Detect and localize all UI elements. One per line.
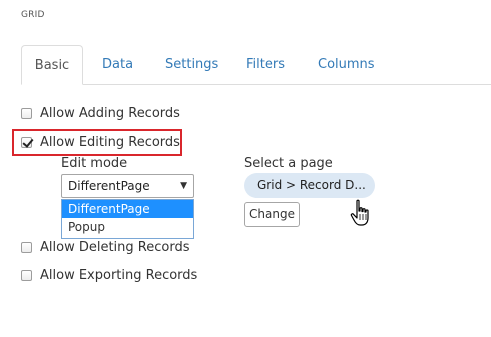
allow-editing-checkbox[interactable]	[21, 136, 32, 148]
allow-deleting-option[interactable]: Allow Deleting Records	[21, 238, 189, 256]
option-popup[interactable]: Popup	[62, 218, 193, 236]
tab-settings[interactable]: Settings	[165, 45, 218, 85]
tab-columns[interactable]: Columns	[318, 45, 375, 85]
dropdown-arrow-icon: ▼	[180, 181, 187, 191]
allow-exporting-option[interactable]: Allow Exporting Records	[21, 266, 197, 284]
tab-data[interactable]: Data	[102, 45, 133, 85]
allow-adding-option[interactable]: Allow Adding Records	[21, 104, 180, 122]
allow-editing-label: Allow Editing Records	[40, 134, 180, 150]
allow-exporting-label: Allow Exporting Records	[40, 267, 198, 283]
hand-pointer-icon	[350, 199, 369, 226]
edit-mode-select[interactable]: DifferentPage ▼	[61, 174, 194, 198]
allow-editing-option[interactable]: Allow Editing Records	[21, 133, 180, 151]
edit-mode-dropdown: DifferentPage Popup	[61, 199, 194, 239]
allow-adding-label: Allow Adding Records	[40, 105, 180, 121]
edit-mode-label: Edit mode	[61, 156, 128, 171]
allow-deleting-checkbox[interactable]	[21, 241, 32, 253]
allow-adding-checkbox[interactable]	[21, 107, 32, 119]
tab-filters[interactable]: Filters	[246, 45, 285, 85]
select-page-label: Select a page	[244, 156, 333, 171]
section-title: GRID	[21, 10, 45, 20]
option-different-page[interactable]: DifferentPage	[62, 200, 193, 218]
selected-page-pill[interactable]: Grid > Record D...	[244, 173, 375, 198]
allow-exporting-checkbox[interactable]	[21, 269, 32, 281]
edit-mode-value: DifferentPage	[68, 179, 150, 193]
tab-basic[interactable]: Basic	[21, 45, 83, 85]
change-button[interactable]: Change	[244, 202, 300, 227]
allow-deleting-label: Allow Deleting Records	[40, 239, 190, 255]
